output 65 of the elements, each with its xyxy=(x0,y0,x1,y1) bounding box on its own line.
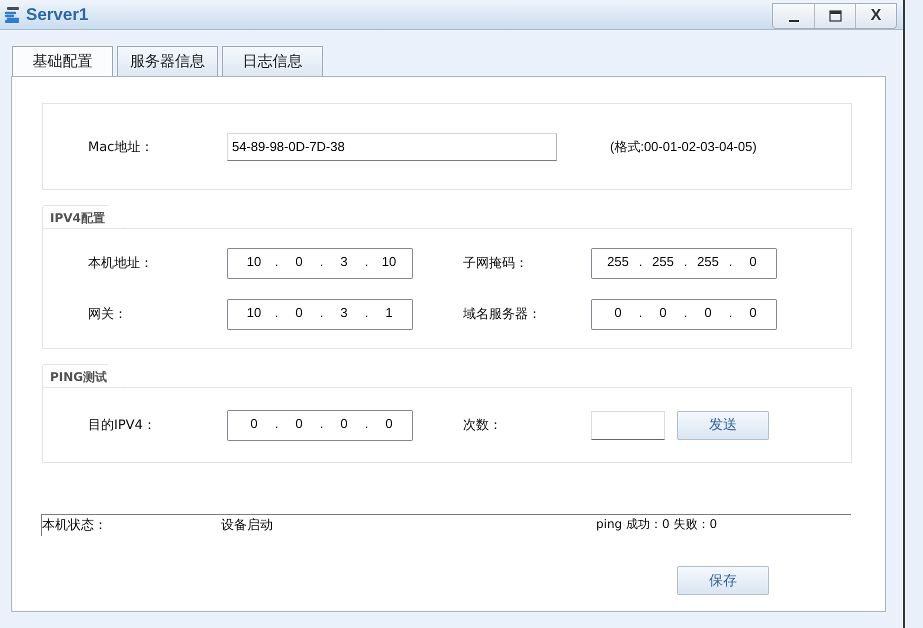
ip-octet: 0 xyxy=(658,304,668,320)
ip-address-field[interactable]: 255 . 255 . 255 . 0 xyxy=(591,248,777,278)
ip-octet: 0 xyxy=(384,416,394,430)
status-value: 设备启动 xyxy=(221,517,274,535)
field-label: 次数： xyxy=(463,417,503,434)
count-input-field[interactable] xyxy=(591,410,665,440)
ip-octet: 3 xyxy=(339,254,349,268)
ip-octet: 255 xyxy=(696,254,720,268)
ip-separator: . xyxy=(728,304,734,320)
close-button[interactable]: X xyxy=(855,4,896,28)
ip-address-field[interactable]: 10 . 0 . 3 . 10 xyxy=(227,248,413,278)
mac-label: Mac地址： xyxy=(88,138,154,156)
format-hint: (格式:00-01-02-03-04-05) xyxy=(610,138,758,156)
ip-separator: . xyxy=(682,304,688,320)
ip-octet: 0 xyxy=(613,304,623,320)
ip-octet: 0 xyxy=(249,416,259,430)
status-label: 本机状态： xyxy=(42,517,108,535)
save-button[interactable]: 保存 xyxy=(677,566,769,595)
ip-separator: . xyxy=(274,416,280,430)
field-label: 子网掩码： xyxy=(463,255,529,272)
ip-octet: 0 xyxy=(294,416,304,430)
field-label: 网关： xyxy=(88,306,128,323)
ping-result: ping 成功：0 失败：0 xyxy=(596,516,718,533)
ip-separator: . xyxy=(364,416,370,430)
section-tab-label: PING测试 xyxy=(42,364,124,387)
ip-separator: . xyxy=(274,304,280,320)
ip-separator: . xyxy=(682,254,688,268)
ip-address-field[interactable]: 0 . 0 . 0 . 0 xyxy=(227,410,413,440)
ip-address-field[interactable]: 0 . 0 . 0 . 0 xyxy=(591,298,777,330)
ip-separator: . xyxy=(364,254,370,268)
ip-octet: 1 xyxy=(384,304,394,320)
ip-octet: 0 xyxy=(748,254,758,268)
tab[interactable]: 日志信息 xyxy=(222,46,323,76)
maximize-icon xyxy=(828,10,842,22)
ip-separator: . xyxy=(274,254,280,268)
ip-separator: . xyxy=(364,304,370,320)
ip-address-field[interactable]: 10 . 0 . 3 . 1 xyxy=(227,298,413,330)
ip-octet: 10 xyxy=(246,254,262,268)
ip-octet: 3 xyxy=(339,304,349,320)
ip-octet: 0 xyxy=(339,416,349,430)
ip-separator: . xyxy=(318,416,324,430)
minimize-icon xyxy=(788,20,798,22)
ip-octet: 0 xyxy=(703,304,713,320)
send-button[interactable]: 发送 xyxy=(677,410,769,440)
ip-octet: 255 xyxy=(651,254,675,268)
tab[interactable]: 服务器信息 xyxy=(117,46,218,76)
server-icon xyxy=(4,6,22,24)
field-label: 目的IPV4： xyxy=(88,417,157,434)
ip-separator: . xyxy=(318,304,324,320)
field-label: 本机地址： xyxy=(88,255,154,272)
field-label: 域名服务器： xyxy=(463,306,542,323)
ip-separator: . xyxy=(318,254,324,268)
ip-separator: . xyxy=(728,254,734,268)
ip-octet: 0 xyxy=(294,304,304,320)
ip-octet: 0 xyxy=(748,304,758,320)
window-title: Server1 xyxy=(26,4,88,24)
ip-separator: . xyxy=(638,304,644,320)
mac-input-field[interactable]: 54-89-98-0D-7D-38 xyxy=(227,132,557,160)
ip-octet: 255 xyxy=(606,254,630,268)
ip-octet: 10 xyxy=(246,304,262,320)
ip-octet: 10 xyxy=(380,254,398,268)
section-tab-label: IPV4配置 xyxy=(42,205,124,228)
tab[interactable]: 基础配置 xyxy=(12,46,113,76)
ip-separator: . xyxy=(638,254,644,268)
ip-octet: 0 xyxy=(294,254,304,268)
